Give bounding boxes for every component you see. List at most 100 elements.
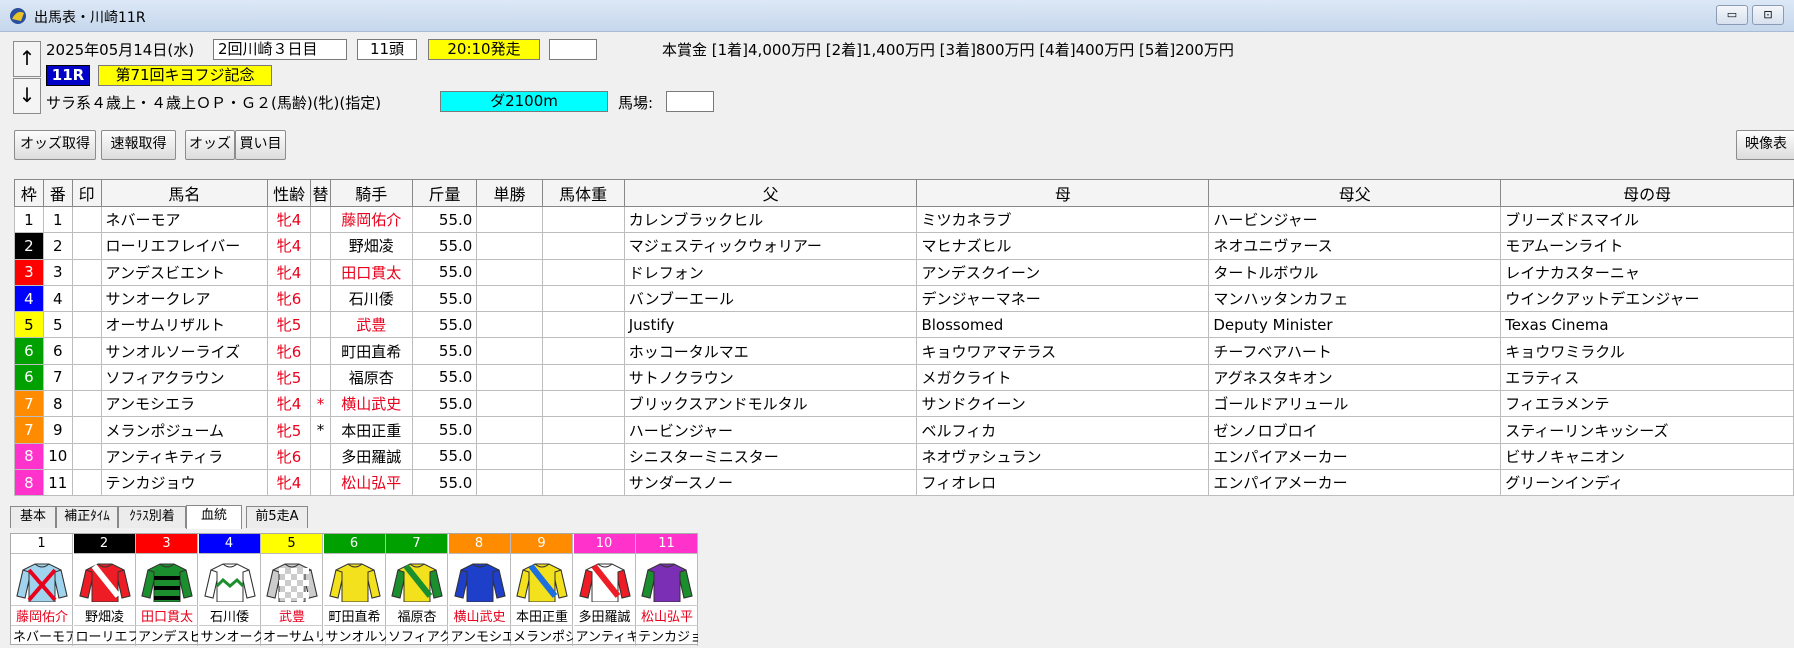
number-cell: 1 bbox=[42, 205, 73, 234]
silk-column[interactable]: 2 野畑凌ローリエフレイバー bbox=[73, 534, 136, 646]
silk-column[interactable]: 9 本田正重メランポジューム bbox=[511, 534, 573, 646]
mark-cell bbox=[71, 205, 102, 234]
sire-cell: バンブーエール bbox=[623, 284, 918, 313]
table-row[interactable]: 7 9 メランポジューム 牝5 * 本田正重 55.0 ハービンジャー ベルフィカ ゼンノロブロイ… bbox=[14, 416, 1794, 444]
column-header[interactable]: 性齢 bbox=[267, 179, 311, 207]
column-header[interactable]: 枠 bbox=[14, 179, 44, 207]
body-weight-cell bbox=[541, 337, 625, 365]
sex-age-cell: 牝6 bbox=[267, 442, 311, 470]
silk-column[interactable]: 6 町田直希サンオルソーライズ bbox=[323, 534, 386, 646]
table-row[interactable]: 1 1 ネバーモア 牝4 藤岡佑介 55.0 カレンブラックヒル ミツカネラブ ハービンジャーブ… bbox=[14, 205, 1794, 234]
column-header[interactable]: 番 bbox=[42, 179, 73, 207]
column-header[interactable]: 馬名 bbox=[100, 179, 269, 207]
weight-cell: 55.0 bbox=[411, 337, 478, 365]
waku-cell: 1 bbox=[14, 205, 44, 234]
next-race-button[interactable]: ↓ bbox=[13, 78, 41, 114]
prize-text: 本賞金 [1着]4,000万円 [2着]1,400万円 [3着]800万円 [4… bbox=[662, 41, 1234, 59]
silk-column[interactable]: 1 藤岡佑介 ネバーモア bbox=[11, 534, 73, 646]
win-odds-cell bbox=[476, 258, 543, 286]
table-row[interactable]: 5 5 オーサムリザルト 牝5 武豊 55.0 Justify Blossomed Deputy… bbox=[14, 311, 1794, 339]
column-header[interactable]: 騎手 bbox=[329, 179, 413, 207]
win-odds-cell bbox=[476, 363, 543, 392]
silk-number: 9 bbox=[511, 534, 572, 554]
waku-cell: 7 bbox=[14, 390, 44, 418]
dam-cell: マヒナズヒル bbox=[916, 232, 1210, 260]
silk-horse: アンティキティラ bbox=[573, 625, 636, 645]
waku-cell: 5 bbox=[14, 311, 44, 339]
silk-column[interactable]: 11 松山弘平テンカジョウ bbox=[636, 534, 698, 646]
column-header[interactable]: 父 bbox=[623, 179, 918, 207]
win-odds-cell bbox=[476, 337, 543, 365]
video-button[interactable]: 映像表 bbox=[1736, 130, 1794, 160]
maximize-button[interactable]: ⊡ bbox=[1752, 5, 1784, 25]
table-row[interactable]: 7 8 アンモシエラ 牝4 * 横山武史 55.0 ブリックスアンドモルタル サンドクイーン ゴー… bbox=[14, 390, 1794, 418]
dams-dam-cell: グリーンインディ bbox=[1500, 468, 1794, 497]
column-header[interactable]: 替 bbox=[309, 179, 331, 207]
minimize-button[interactable]: ▭ bbox=[1716, 5, 1748, 25]
weight-cell: 55.0 bbox=[411, 390, 478, 418]
column-header[interactable]: 母の母 bbox=[1500, 179, 1794, 207]
column-header[interactable]: 斤量 bbox=[411, 179, 478, 207]
column-header[interactable]: 母 bbox=[916, 179, 1210, 207]
silk-column[interactable]: 4 石川倭サンオークレア bbox=[198, 534, 261, 646]
tab-3[interactable]: 血統 bbox=[186, 505, 242, 529]
tab-2[interactable]: ｸﾗｽ別着 bbox=[118, 506, 186, 528]
flash-fetch-button[interactable]: 速報取得 bbox=[101, 130, 176, 160]
dam-cell: フィオレロ bbox=[916, 468, 1210, 497]
track-field[interactable] bbox=[666, 91, 714, 112]
table-row[interactable]: 6 6 サンオルソーライズ 牝6 町田直希 55.0 ホッコータルマエ キョウワアマテラス チー… bbox=[14, 337, 1794, 365]
silk-jockey: 田口貫太 bbox=[136, 605, 198, 625]
body-weight-cell bbox=[541, 284, 625, 313]
dam-cell: ベルフィカ bbox=[916, 416, 1210, 444]
jockey-cell: 多田羅誠 bbox=[329, 442, 413, 470]
table-row[interactable]: 4 4 サンオークレア 牝6 石川倭 55.0 バンブーエール デンジャーマネー マンハッタンカ… bbox=[14, 284, 1794, 313]
tab-0[interactable]: 基本 bbox=[10, 506, 56, 528]
jockey-silks-icon bbox=[641, 563, 693, 602]
mark-cell bbox=[71, 337, 102, 365]
blank-field[interactable] bbox=[549, 39, 597, 60]
silk-column[interactable]: 7 福原杏ソフィアクラウン bbox=[386, 534, 448, 646]
change-cell: * bbox=[309, 416, 331, 444]
dams-dam-cell: キョウワミラクル bbox=[1500, 337, 1794, 365]
jockey-silks-icon bbox=[16, 563, 68, 602]
waku-cell: 7 bbox=[14, 416, 44, 444]
tab-4[interactable]: 前5走A bbox=[246, 506, 308, 528]
tab-1[interactable]: 補正ﾀｲﾑ bbox=[56, 506, 118, 528]
window-title: 出馬表・川崎11R bbox=[34, 10, 146, 26]
silk-horse: ローリエフレイバー bbox=[73, 625, 136, 645]
sire-cell: シニスターミニスター bbox=[623, 442, 918, 470]
dams-dam-cell: モアムーンライト bbox=[1500, 232, 1794, 260]
race-date: 2025年05月14日(水) bbox=[46, 41, 195, 59]
change-cell: * bbox=[309, 390, 331, 418]
jockey-silks-icon bbox=[578, 563, 631, 602]
silk-column[interactable]: 10 多田羅誠アンティキティラ bbox=[573, 534, 636, 646]
silk-jockey: 町田直希 bbox=[323, 605, 386, 625]
post-time-field: 20:10発走 bbox=[428, 39, 540, 60]
odds-fetch-button[interactable]: オッズ取得 bbox=[14, 130, 96, 160]
table-row[interactable]: 2 2 ローリエフレイバー 牝4 野畑凌 55.0 マジェスティックウォリアー マヒナズヒルネ… bbox=[14, 232, 1794, 260]
column-header[interactable]: 馬体重 bbox=[541, 179, 625, 207]
silk-column[interactable]: 5 武豊オーサムリザルト bbox=[261, 534, 323, 646]
column-header[interactable]: 印 bbox=[71, 179, 102, 207]
silk-horse: サンオークレア bbox=[198, 625, 261, 645]
table-row[interactable]: 8 10 アンティキティラ 牝6 多田羅誠 55.0 シニスターミニスター ネオヴァシュランエ… bbox=[14, 442, 1794, 470]
column-header[interactable]: 単勝 bbox=[476, 179, 543, 207]
body-weight-cell bbox=[541, 442, 625, 470]
bets-button[interactable]: 買い目 bbox=[235, 130, 286, 160]
horse-name-cell: アンティキティラ bbox=[100, 442, 269, 470]
silk-column[interactable]: 8 横山武史アンモシエラ bbox=[448, 534, 511, 646]
silks-panel: 1 藤岡佑介ネバーモア 2 野畑凌ローリエフレイバー 3 田口貫太アンデスビエント 4 石川倭… bbox=[10, 533, 698, 646]
table-row[interactable]: 8 11 テンカジョウ 牝4 松山弘平 55.0 サンダースノー フィオレロ エンパイアメーカー… bbox=[14, 468, 1794, 497]
table-row[interactable]: 6 7 ソフィアクラウン 牝5 福原杏 55.0 サトノクラウン メガクライト アグネスタキオン… bbox=[14, 363, 1794, 392]
silk-number: 7 bbox=[386, 534, 447, 554]
silk-column[interactable]: 3 田口貫太アンデスビエント bbox=[136, 534, 198, 646]
table-row[interactable]: 3 3 アンデスビエント 牝4 田口貫太 55.0 ドレフォン アンデスクイーン タートルボウル… bbox=[14, 258, 1794, 286]
dam-cell: メガクライト bbox=[916, 363, 1210, 392]
horse-name-cell: サンオークレア bbox=[100, 284, 269, 313]
sire-cell: ブリックスアンドモルタル bbox=[623, 390, 918, 418]
column-header[interactable]: 母父 bbox=[1208, 179, 1502, 207]
odds-button[interactable]: オッズ bbox=[185, 130, 235, 160]
jockey-cell: 町田直希 bbox=[329, 337, 413, 365]
prev-race-button[interactable]: ↑ bbox=[13, 41, 41, 77]
dams-dam-cell: フィエラメンテ bbox=[1500, 390, 1794, 418]
